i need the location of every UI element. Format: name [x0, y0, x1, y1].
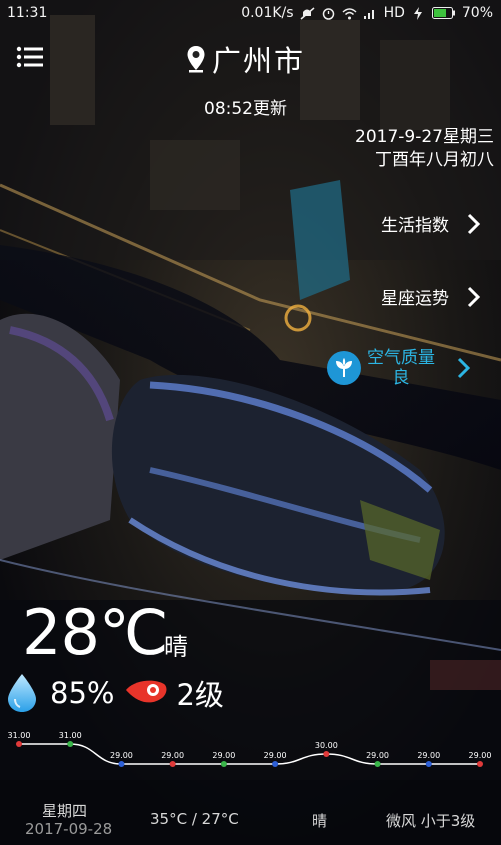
- temperature-point: [16, 741, 22, 747]
- humidity-wind-row: 85% 2级: [6, 672, 224, 714]
- air-quality-text: 空气质量 良: [367, 348, 435, 388]
- city-selector[interactable]: 广州市: [186, 38, 305, 80]
- chevron-right-icon: [467, 286, 481, 307]
- alarm-icon: [322, 7, 334, 20]
- net-speed: 0.01K/s: [241, 5, 294, 21]
- temperature-label: 31.00: [59, 731, 82, 740]
- leaf-icon: [327, 351, 361, 385]
- temperature-label: 29.00: [417, 751, 440, 760]
- temperature-point: [374, 761, 381, 767]
- temperature-line: [19, 743, 480, 765]
- signal-icon: [363, 9, 374, 19]
- forecast-wind: 微风 小于3级: [386, 812, 476, 830]
- temperature-point: [67, 741, 74, 747]
- life-index-button[interactable]: 生活指数: [381, 211, 481, 236]
- battery-percent: 70%: [461, 5, 493, 21]
- temperature-label: 29.00: [212, 751, 235, 760]
- forecast-temp-range: 35°C / 27°C: [150, 810, 239, 828]
- life-index-label: 生活指数: [381, 216, 449, 236]
- charging-icon: [413, 6, 422, 20]
- status-indicators: 0.01K/s HD 70%: [241, 5, 493, 21]
- air-quality-button[interactable]: 空气质量 良: [327, 348, 471, 388]
- temperature-label: 29.00: [264, 751, 287, 760]
- humidity-value: 85%: [50, 676, 115, 710]
- temperature-point: [220, 761, 227, 767]
- temperature-point: [118, 761, 125, 767]
- forecast-row[interactable]: 星期四 2017-09-28 35°C / 27°C 晴 微风 小于3级: [0, 800, 501, 845]
- mute-icon: [300, 6, 315, 20]
- location-pin-icon: [187, 46, 205, 73]
- horoscope-button[interactable]: 星座运势: [381, 284, 481, 309]
- wind-level-value: 2级: [176, 678, 224, 712]
- menu-icon[interactable]: [16, 46, 44, 68]
- air-quality-label: 空气质量: [367, 348, 435, 368]
- temperature-point: [477, 761, 483, 767]
- temperature-label: 29.00: [161, 751, 184, 760]
- temperature-point: [323, 751, 330, 757]
- lunar-date: 丁酉年八月初八: [375, 150, 494, 170]
- update-time: 08:52更新: [204, 99, 287, 119]
- wind-icon: [126, 680, 167, 703]
- temperature-label: 29.00: [469, 751, 492, 760]
- city-name: 广州市: [212, 44, 306, 78]
- temperature-label: 31.00: [8, 731, 31, 740]
- forecast-condition: 晴: [312, 812, 328, 830]
- gregorian-date: 2017-9-27星期三: [355, 127, 494, 147]
- temperature-point: [425, 761, 432, 767]
- wifi-icon: [342, 7, 357, 19]
- forecast-date: 2017-09-28: [25, 820, 113, 838]
- temperature-point: [169, 761, 176, 767]
- chevron-right-icon: [457, 357, 471, 379]
- date-panel: 2017-9-27星期三 丁酉年八月初八: [355, 126, 494, 172]
- status-time: 11:31: [7, 5, 48, 21]
- temperature-point: [272, 761, 279, 767]
- battery-icon: [431, 7, 455, 19]
- status-bar: 11:31 0.01K/s HD 70%: [0, 0, 501, 28]
- current-condition: 晴: [164, 633, 188, 661]
- air-quality-value: 良: [392, 368, 410, 388]
- water-drop-icon: [8, 674, 36, 712]
- temperature-chart: 31.00 31.00 29.00 29.00 29.00 29.00 30.00 29.00…: [8, 731, 492, 767]
- temperature-label: 29.00: [366, 751, 389, 760]
- temperature-label: 29.00: [110, 751, 133, 760]
- network-type: HD: [383, 5, 405, 21]
- current-temperature: 28℃: [22, 596, 169, 669]
- horoscope-label: 星座运势: [381, 289, 449, 309]
- chevron-right-icon: [467, 213, 481, 234]
- forecast-day: 星期四: [42, 802, 88, 820]
- temperature-label: 30.00: [315, 741, 338, 750]
